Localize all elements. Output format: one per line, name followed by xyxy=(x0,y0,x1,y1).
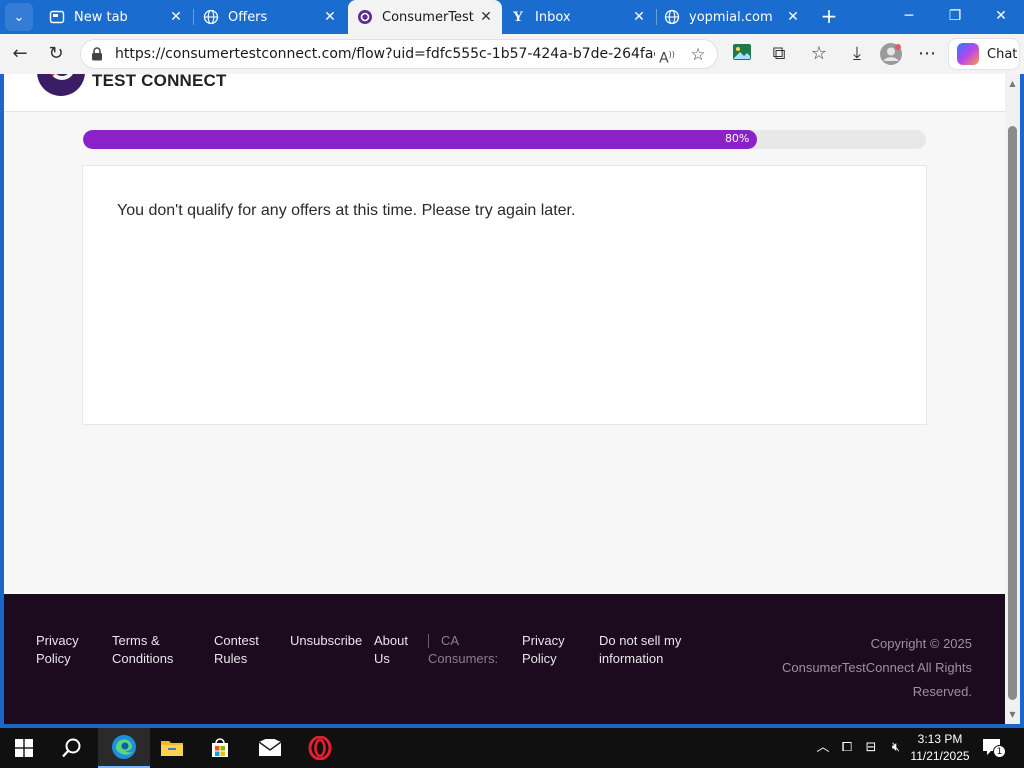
tab-label: New tab xyxy=(74,9,128,25)
system-clock[interactable]: 3:13 PM 11/21/2025 xyxy=(908,731,972,765)
store-icon xyxy=(212,738,228,757)
search-icon xyxy=(62,738,81,758)
notification-center-button[interactable]: 1 xyxy=(982,738,1006,758)
tab-label: ConsumerTestConnect xyxy=(382,9,474,25)
clock-date: 11/21/2025 xyxy=(910,749,970,763)
mail-icon xyxy=(258,739,282,756)
copilot-chat-button[interactable]: Chat xyxy=(948,38,1020,70)
footer-link-do-not-sell[interactable]: Do not sell my information xyxy=(599,632,681,668)
minimize-button[interactable]: ─ xyxy=(896,4,922,28)
globe-icon xyxy=(202,8,220,26)
scroll-down-icon[interactable]: ▼ xyxy=(1007,709,1018,720)
image-icon xyxy=(733,44,751,60)
disqualified-message: You don't qualify for any offers at this… xyxy=(117,202,576,219)
taskbar-file-explorer[interactable] xyxy=(148,728,196,768)
refresh-button[interactable]: ↻ xyxy=(44,42,68,66)
page-viewport: TEST CONNECT 80% You don't qualify for a… xyxy=(4,74,1005,724)
close-icon[interactable]: ✕ xyxy=(785,9,801,25)
browser-toolbar: ← ↻ https://consumertestconnect.com/flow… xyxy=(0,34,1024,74)
tab-inbox[interactable]: Y Inbox ✕ xyxy=(503,0,655,34)
image-extension-button[interactable] xyxy=(730,42,754,66)
scroll-up-icon[interactable]: ▲ xyxy=(1007,78,1018,89)
notification-count: 1 xyxy=(993,745,1006,758)
back-button[interactable]: ← xyxy=(8,42,32,66)
favorites-button[interactable]: ☆ xyxy=(807,42,831,66)
site-footer: Privacy Policy Terms & Conditions Contest R… xyxy=(4,594,1005,724)
site-favicon-icon xyxy=(356,8,374,26)
new-tab-button[interactable]: + xyxy=(818,5,840,27)
meet-now-icon[interactable]: ⧠ xyxy=(838,740,856,756)
globe-icon xyxy=(663,8,681,26)
address-bar[interactable]: https://consumertestconnect.com/flow?uid… xyxy=(80,39,718,69)
edge-icon xyxy=(112,735,136,759)
lock-icon xyxy=(89,46,105,62)
start-button[interactable] xyxy=(0,728,48,768)
tab-new-tab[interactable]: New tab ✕ xyxy=(40,0,192,34)
show-hidden-icons-button[interactable]: ︿ xyxy=(814,740,832,756)
tab-label: Inbox xyxy=(535,9,571,25)
footer-ca-consumers-label: CA Consumers: xyxy=(428,633,499,666)
favorites-icon: ☆ xyxy=(810,43,828,64)
ellipsis-icon: ⋯ xyxy=(918,43,936,64)
tab-label: Offers xyxy=(228,9,268,25)
tab-consumertestconnect[interactable]: ConsumerTestConnect ✕ xyxy=(348,0,502,34)
close-icon[interactable]: ✕ xyxy=(478,9,494,25)
clock-time: 3:13 PM xyxy=(917,732,963,746)
downloads-button[interactable]: ⤓ xyxy=(845,42,869,66)
footer-link-terms[interactable]: Terms & Conditions xyxy=(112,632,173,668)
taskbar-store[interactable] xyxy=(196,728,244,768)
progress-label: 80% xyxy=(724,132,750,145)
star-icon[interactable]: ☆ xyxy=(688,45,708,65)
tab-actions-menu[interactable]: ⌄ xyxy=(5,3,33,31)
new-tab-icon xyxy=(48,8,66,26)
more-options-button[interactable]: ⋯ xyxy=(915,42,939,66)
logo-text[interactable]: TEST CONNECT xyxy=(92,74,227,91)
restore-button[interactable]: ❐ xyxy=(942,4,968,28)
tab-label: yopmial.com xyxy=(689,9,773,25)
footer-link-privacy-policy[interactable]: Privacy Policy xyxy=(36,632,79,668)
volume-muted-icon[interactable]: 🔇︎ xyxy=(886,740,906,756)
footer-link-ca-privacy-policy[interactable]: Privacy Policy xyxy=(522,632,565,668)
taskbar-opera[interactable] xyxy=(296,728,344,768)
avatar xyxy=(880,43,902,65)
tab-yopmial[interactable]: yopmial.com ✕ xyxy=(657,0,809,34)
progress-fill: 80% xyxy=(83,130,758,149)
puzzle-icon: ⧉ xyxy=(772,43,786,64)
opera-icon xyxy=(308,736,332,760)
extensions-button[interactable]: ⧉ xyxy=(767,42,791,66)
read-aloud-icon[interactable]: A)) xyxy=(657,45,677,67)
footer-copyright: Copyright © 2025 ConsumerTestConnect All… xyxy=(781,636,972,699)
close-icon[interactable]: ✕ xyxy=(168,9,184,25)
progress-bar: 80% xyxy=(83,130,926,149)
page-scrollbar[interactable]: ▲ ▼ xyxy=(1005,74,1020,724)
search-button[interactable] xyxy=(48,728,96,768)
windows-taskbar: ︿ ⧠ ⊟ 🔇︎ 3:13 PM 11/21/2025 1 xyxy=(0,728,1024,768)
chevron-down-icon: ⌄ xyxy=(13,9,25,25)
close-icon[interactable]: ✕ xyxy=(322,9,338,25)
result-card: You don't qualify for any offers at this… xyxy=(82,165,927,425)
folder-icon xyxy=(161,741,183,756)
windows-icon xyxy=(15,739,33,757)
arrow-left-icon: ← xyxy=(12,43,28,64)
taskbar-edge[interactable] xyxy=(98,728,150,768)
network-icon[interactable]: ⊟ xyxy=(862,740,880,756)
scrollbar-thumb[interactable] xyxy=(1008,126,1017,700)
profile-button[interactable] xyxy=(879,42,903,66)
copilot-icon xyxy=(957,43,979,65)
tab-offers[interactable]: Offers ✕ xyxy=(194,0,346,34)
url-text[interactable]: https://consumertestconnect.com/flow?uid… xyxy=(115,46,655,62)
logo-icon[interactable] xyxy=(37,74,85,96)
chat-label: Chat xyxy=(987,46,1018,62)
download-icon: ⤓ xyxy=(853,43,861,64)
site-header: TEST CONNECT xyxy=(4,74,1005,112)
yahoo-icon: Y xyxy=(512,8,524,25)
taskbar-mail[interactable] xyxy=(246,728,294,768)
footer-link-about-us[interactable]: About Us xyxy=(374,632,408,668)
refresh-icon: ↻ xyxy=(48,43,64,64)
footer-link-contest-rules[interactable]: Contest Rules xyxy=(214,632,259,668)
close-icon[interactable]: ✕ xyxy=(631,9,647,25)
tab-strip: ⌄ New tab ✕ Offers ✕ ConsumerTestConnect… xyxy=(0,0,1024,34)
close-window-button[interactable]: ✕ xyxy=(988,4,1014,28)
footer-link-unsubscribe[interactable]: Unsubscribe xyxy=(290,632,362,650)
